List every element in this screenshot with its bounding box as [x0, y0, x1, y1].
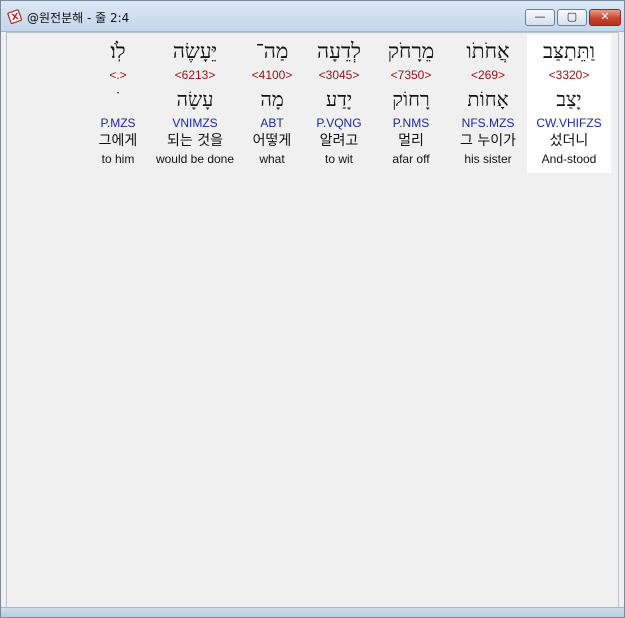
- word-column[interactable]: לְדֵעָה <3045> יָדַע P.VQNG 알려고 to wit: [305, 35, 373, 173]
- word-column[interactable]: אֲחֹתֹו <269> אָחוֹת NFS.MZS 그 누이가 his s…: [449, 35, 527, 173]
- korean-gloss: 알려고: [319, 133, 359, 149]
- parse-code: P.NMS: [392, 116, 430, 130]
- strong-number[interactable]: <3320>: [527, 68, 611, 82]
- korean-gloss: 섰더니: [549, 133, 589, 149]
- hebrew-word: אֲחֹתֹו: [466, 39, 510, 63]
- parse-code: P.VQNG: [316, 116, 362, 130]
- hebrew-word: לְדֵעָה: [317, 39, 361, 63]
- hebrew-lemma: יָצַב: [556, 87, 582, 111]
- parse-code: P.MZS: [100, 116, 136, 130]
- english-gloss: to him: [101, 152, 135, 166]
- strong-number[interactable]: <6213>: [151, 68, 239, 82]
- parse-code: CW.VHIFZS: [536, 116, 602, 130]
- english-gloss: And-stood: [541, 152, 597, 166]
- close-button[interactable]: ✕: [589, 9, 621, 26]
- hebrew-word: יֵּעָשֶׂה: [172, 39, 218, 63]
- word-column[interactable]: מַה־ <4100> מָה ABT 어떻게 what: [239, 35, 305, 173]
- word-column-selected[interactable]: וַתֵּתַצַּב <3320> יָצַב CW.VHIFZS 섰더니 A…: [527, 35, 611, 173]
- window-title: @원전분해 - 줄 2:4: [27, 11, 130, 25]
- hebrew-lemma: עָשָׂה: [176, 87, 214, 111]
- minimize-icon: —: [534, 10, 546, 23]
- app-window: @원전분해 - 줄 2:4 — ▢ ✕ לֹֽו׃ <.> ֹ P.MZS 그에…: [0, 0, 625, 618]
- hebrew-word: מַה־: [255, 39, 289, 63]
- hebrew-lemma: אָחוֹת: [467, 87, 509, 111]
- word-column[interactable]: יֵּעָשֶׂה <6213> עָשָׂה VNIMZS 되는 것을 wou…: [151, 35, 239, 173]
- korean-gloss: 그에게: [98, 133, 138, 149]
- english-gloss: his sister: [464, 152, 512, 166]
- parse-code: ABT: [260, 116, 284, 130]
- title-bar[interactable]: @원전분해 - 줄 2:4 — ▢ ✕: [1, 1, 624, 32]
- strong-number[interactable]: <3045>: [305, 68, 373, 82]
- korean-gloss: 어떻게: [252, 133, 292, 149]
- word-column[interactable]: מֵרָחֹק <7350> רָחוֹק P.NMS 멀리 afar off: [373, 35, 449, 173]
- hebrew-word: וַתֵּתַצַּב: [542, 39, 596, 63]
- window-bottom-frame: [1, 607, 624, 617]
- hebrew-lemma: יָדַע: [325, 87, 353, 111]
- book-cross-icon[interactable]: [7, 8, 23, 24]
- strong-number[interactable]: <4100>: [239, 68, 305, 82]
- english-gloss: afar off: [392, 152, 430, 166]
- minimize-button[interactable]: —: [525, 9, 555, 26]
- korean-gloss: 멀리: [398, 133, 424, 149]
- hebrew-lemma: מָה: [260, 87, 284, 111]
- korean-gloss: 되는 것을: [167, 133, 223, 149]
- hebrew-lemma: רָחוֹק: [392, 87, 430, 111]
- hebrew-lemma: ֹ: [85, 85, 151, 113]
- korean-gloss: 그 누이가: [460, 133, 516, 149]
- word-row: לֹֽו׃ <.> ֹ P.MZS 그에게 to him יֵּעָשֶׂה <…: [85, 35, 615, 175]
- english-gloss: what: [259, 152, 285, 166]
- english-gloss: would be done: [155, 152, 235, 166]
- interlinear-panel[interactable]: לֹֽו׃ <.> ֹ P.MZS 그에게 to him יֵּעָשֶׂה <…: [6, 32, 619, 609]
- maximize-button[interactable]: ▢: [557, 9, 587, 26]
- strong-number[interactable]: <.>: [85, 68, 151, 82]
- strong-number[interactable]: <7350>: [373, 68, 449, 82]
- maximize-icon: ▢: [566, 10, 578, 23]
- close-icon: ✕: [600, 10, 610, 23]
- english-gloss: to wit: [324, 152, 353, 166]
- parse-code: VNIMZS: [172, 116, 218, 130]
- word-column[interactable]: לֹֽו׃ <.> ֹ P.MZS 그에게 to him: [85, 35, 151, 173]
- strong-number[interactable]: <269>: [449, 68, 527, 82]
- hebrew-word: מֵרָחֹק: [387, 39, 435, 63]
- hebrew-word: לֹֽו׃: [110, 39, 126, 63]
- parse-code: NFS.MZS: [461, 116, 515, 130]
